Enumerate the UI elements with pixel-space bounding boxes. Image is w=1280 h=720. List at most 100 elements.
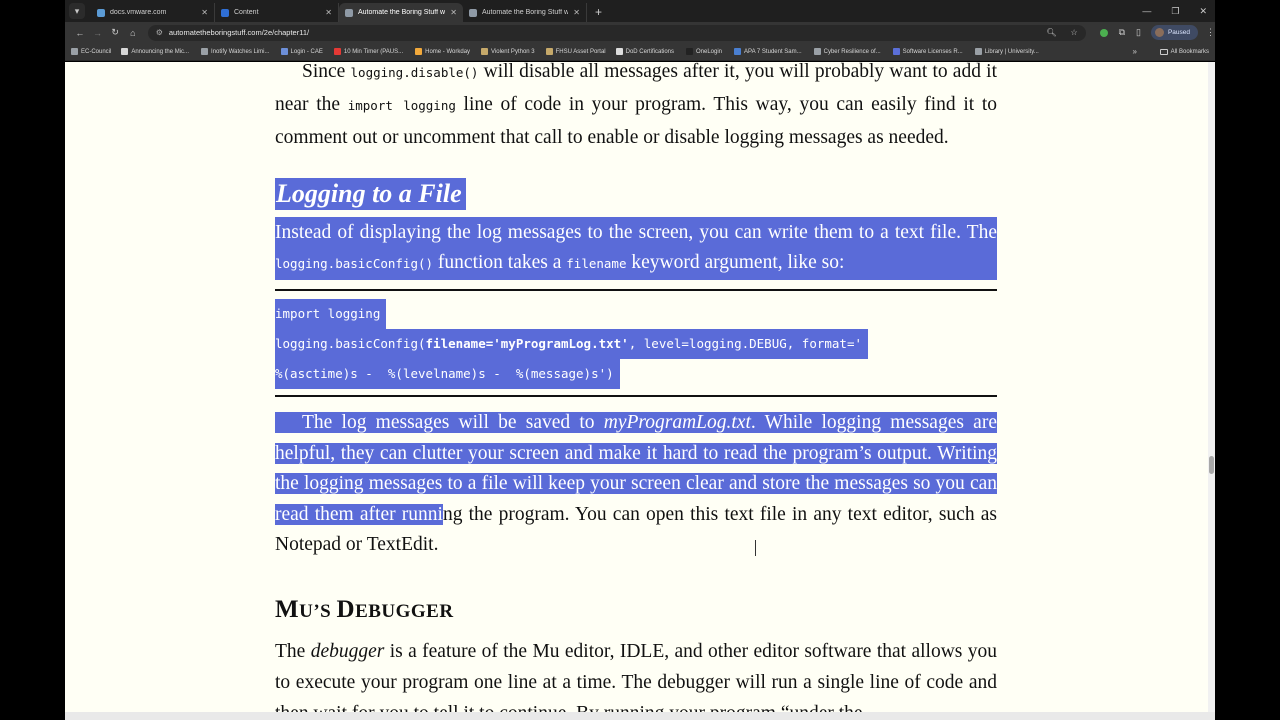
bookmark-label: Login - CAE	[290, 48, 323, 55]
bookmarks-bar: » All Bookmarks EC-Council Announcing the…	[65, 43, 1215, 61]
bookmark-item[interactable]: Login - CAE	[280, 48, 323, 55]
inline-code: logging.basicConfig()	[275, 256, 434, 271]
code-line-3: %(asctime)s - %(levelname)s - %(message)…	[275, 359, 620, 389]
tab-close-icon[interactable]: ✕	[450, 8, 457, 17]
url-text[interactable]: automatetheboringstuff.com/2e/chapter11/	[169, 28, 1033, 37]
tab-3[interactable]: Automate the Boring Stuff with ✕	[463, 3, 587, 22]
extensions-puzzle-icon[interactable]: ⧉	[1119, 27, 1125, 38]
profile-paused-button[interactable]: Paused	[1150, 25, 1198, 40]
tab-close-icon[interactable]: ✕	[573, 8, 580, 17]
browser-toolbar: ← → ↻ ⌂ ⚙ automatetheboringstuff.com/2e/…	[65, 22, 1215, 43]
bookmark-favicon-icon	[280, 48, 288, 55]
extension-icon[interactable]	[1099, 28, 1108, 37]
reload-icon[interactable]: ↻	[106, 27, 124, 38]
code-line-2: logging.basicConfig(filename='myProgramL…	[275, 329, 869, 359]
folder-icon	[1159, 48, 1168, 55]
paragraph-debugger-intro: The debugger is a feature of the Mu edit…	[275, 641, 997, 712]
all-bookmarks-label: All Bookmarks	[1170, 48, 1209, 55]
bookmark-favicon-icon	[481, 48, 489, 55]
tab-close-icon[interactable]: ✕	[201, 8, 208, 17]
bookmark-favicon-icon	[201, 48, 209, 55]
restore-icon[interactable]: ❐	[1171, 6, 1179, 17]
code-block-top-rule	[275, 289, 997, 291]
bookmark-label: Software Licenses R...	[902, 48, 963, 55]
section-heading-logging-to-file: Logging to a File	[275, 178, 466, 210]
paragraph-basic-config: Instead of displaying the log messages t…	[275, 217, 997, 280]
tab-label: Automate the Boring Stuff with	[358, 9, 446, 16]
favicon-icon	[97, 8, 105, 17]
bookmark-label: Library | University...	[984, 48, 1039, 55]
side-panel-icon[interactable]: ▯	[1136, 27, 1141, 38]
forward-icon[interactable]: →	[89, 28, 107, 38]
page-viewport[interactable]: Since logging.disable() will disable all…	[65, 62, 1208, 712]
site-info-icon[interactable]: ⚙	[156, 28, 163, 37]
bookmark-favicon-icon	[974, 48, 982, 55]
bookmark-label: Violent Python 3	[491, 48, 535, 55]
bookmark-favicon-icon	[121, 48, 129, 55]
bookmark-star-icon[interactable]: ☆	[1071, 28, 1078, 37]
bookmark-favicon-icon	[686, 48, 693, 55]
section-heading-mu-debugger: MU’S DEBUGGER	[275, 596, 454, 623]
bookmark-favicon-icon	[71, 48, 78, 55]
menu-kebab-icon[interactable]: ⋮	[1206, 27, 1215, 38]
inline-code: import logging	[347, 98, 456, 113]
tab-label: docs.vmware.com	[110, 9, 167, 16]
bookmark-item[interactable]: DoD Certifications	[615, 48, 674, 55]
tab-0[interactable]: docs.vmware.com ✕	[91, 3, 215, 22]
address-bar[interactable]: ⚙ automatetheboringstuff.com/2e/chapter1…	[147, 24, 1086, 41]
bookmark-label: Announcing the Mic...	[131, 48, 190, 55]
bookmarks-overflow-icon[interactable]: »	[1133, 47, 1137, 56]
bookmark-item[interactable]: OneLogin	[686, 48, 722, 55]
bookmark-item[interactable]: FHSU Asset Portal	[545, 48, 606, 55]
code-block-bottom-rule	[275, 395, 997, 397]
paragraph-log-file-saved: The log messages will be saved to myProg…	[275, 412, 997, 555]
scrollbar-thumb[interactable]	[1209, 456, 1214, 474]
back-icon[interactable]: ←	[71, 28, 89, 38]
paragraph-logging-disable: Since logging.disable() will disable all…	[275, 62, 997, 148]
bookmark-label: DoD Certifications	[625, 48, 674, 55]
text-cursor	[755, 540, 756, 556]
bookmark-item[interactable]: Announcing the Mic...	[121, 48, 189, 55]
bookmark-item[interactable]: Software Licenses R...	[892, 48, 963, 55]
tab-1[interactable]: Content ✕	[215, 3, 339, 22]
favicon-icon	[345, 8, 353, 17]
new-tab-button[interactable]: +	[595, 5, 602, 19]
bookmark-item[interactable]: Library | University...	[974, 48, 1039, 55]
bookmark-item[interactable]: Violent Python 3	[481, 48, 535, 55]
bookmark-favicon-icon	[415, 48, 423, 55]
bookmark-label: APA 7 Student Sam...	[744, 48, 802, 55]
bookmark-label: Inotify Watches Limi...	[211, 48, 270, 55]
vertical-scrollbar[interactable]	[1208, 62, 1215, 712]
bookmark-label: Cyber Resilience of...	[823, 48, 881, 55]
zoom-search-icon[interactable]: 🔍︎	[1046, 28, 1056, 37]
bookmark-favicon-icon	[734, 48, 742, 55]
tab-close-icon[interactable]: ✕	[325, 8, 332, 17]
bookmark-label: EC-Council	[81, 48, 112, 55]
bookmark-item[interactable]: Home - Workday	[415, 48, 470, 55]
bookmark-item[interactable]: EC-Council	[71, 48, 111, 55]
bookmark-favicon-icon	[892, 48, 900, 55]
close-window-icon[interactable]: ✕	[1199, 6, 1207, 17]
horizontal-scrollbar[interactable]	[65, 712, 1215, 720]
bookmark-item[interactable]: APA 7 Student Sam...	[734, 48, 802, 55]
favicon-icon	[469, 8, 477, 17]
bookmark-favicon-icon	[615, 48, 623, 55]
avatar	[1154, 28, 1164, 37]
bookmark-item[interactable]: 10 Min Timer (PAUS...	[333, 48, 404, 55]
inline-code: filename	[566, 256, 627, 271]
tab-2-active[interactable]: Automate the Boring Stuff with ✕	[339, 3, 463, 22]
inline-code: logging.disable()	[350, 65, 479, 80]
bookmark-label: 10 Min Timer (PAUS...	[343, 48, 404, 55]
window-controls: — ❐ ✕	[1142, 6, 1215, 22]
tab-strip: ▾ docs.vmware.com ✕ Content ✕ Automate t…	[65, 0, 1215, 22]
bookmark-item[interactable]: Cyber Resilience of...	[813, 48, 881, 55]
bookmark-favicon-icon	[813, 48, 821, 55]
minimize-icon[interactable]: —	[1142, 6, 1151, 17]
tab-label: Content	[234, 9, 259, 16]
all-bookmarks-button[interactable]: All Bookmarks	[1159, 48, 1209, 55]
profile-label: Paused	[1167, 29, 1190, 36]
bookmark-label: Home - Workday	[425, 48, 471, 55]
bookmark-item[interactable]: Inotify Watches Limi...	[201, 48, 270, 55]
tab-search-button[interactable]: ▾	[69, 3, 85, 19]
home-icon[interactable]: ⌂	[124, 28, 142, 38]
